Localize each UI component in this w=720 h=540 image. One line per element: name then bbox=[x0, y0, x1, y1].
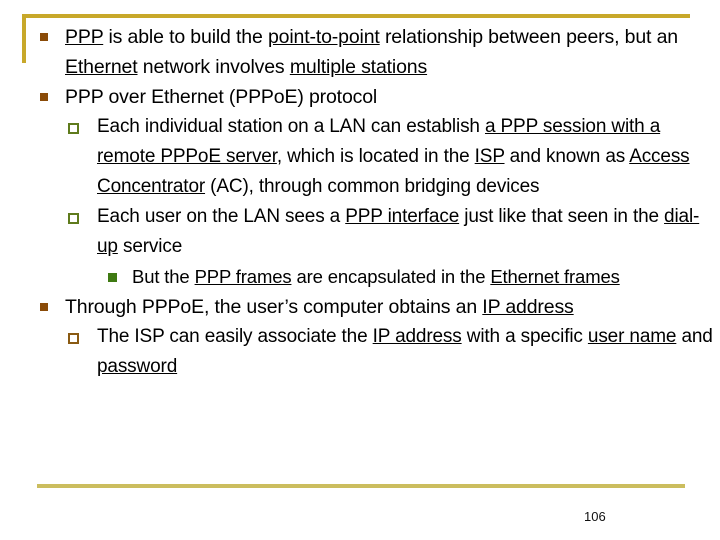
bullet-item: PPP over Ethernet (PPPoE) protocol bbox=[0, 82, 720, 112]
bullet-text: and known as bbox=[504, 146, 630, 167]
bullet-text: PPP over Ethernet (PPPoE) protocol bbox=[65, 86, 378, 108]
bullet-text-emphasis: user name bbox=[587, 326, 677, 347]
bullet-text-emphasis: PPP bbox=[65, 26, 104, 48]
bullet-item: The ISP can easily associate the IP addr… bbox=[0, 322, 720, 382]
bullet-item: Each individual station on a LAN can est… bbox=[0, 112, 720, 202]
bullet-text-emphasis: password bbox=[97, 356, 178, 377]
bullet-text-emphasis: Ethernet frames bbox=[490, 266, 620, 287]
bullet-text-emphasis: PPP interface bbox=[345, 206, 460, 227]
bullet-text-emphasis: PPP frames bbox=[194, 266, 292, 287]
bullet-list: PPP is able to build the point-to-point … bbox=[0, 22, 720, 382]
bullet-item: Through PPPoE, the user’s computer obtai… bbox=[0, 292, 720, 322]
bullet-text: , which is located in the bbox=[276, 146, 475, 167]
bullet-text: Through PPPoE, the user’s computer obtai… bbox=[65, 296, 483, 318]
bullet-text: relationship between peers, but an bbox=[379, 26, 678, 48]
bullet-marker-icon bbox=[108, 273, 117, 282]
bullet-item: Each user on the LAN sees a PPP interfac… bbox=[0, 202, 720, 262]
page-number: 106 bbox=[584, 509, 606, 524]
bullet-item: PPP is able to build the point-to-point … bbox=[0, 22, 720, 82]
bullet-text-emphasis: point-to-point bbox=[267, 26, 380, 48]
bullet-marker-icon bbox=[68, 123, 79, 134]
bullet-text: (AC), through common bridging devices bbox=[205, 176, 540, 197]
bullet-text: Each user on the LAN sees a bbox=[97, 206, 346, 227]
bullet-text-emphasis: Ethernet bbox=[65, 56, 138, 78]
bullet-marker-icon bbox=[68, 333, 79, 344]
bullet-text-emphasis: IP address bbox=[482, 296, 574, 318]
bullet-text: network involves bbox=[137, 56, 290, 78]
bullet-text: service bbox=[117, 236, 183, 257]
bullet-text: The ISP can easily associate the bbox=[97, 326, 373, 347]
bullet-text: Each individual station on a LAN can est… bbox=[97, 116, 485, 137]
bullet-item: But the PPP frames are encapsulated in t… bbox=[0, 262, 720, 292]
bullet-text-emphasis: IP address bbox=[372, 326, 462, 347]
bullet-text: is able to build the bbox=[103, 26, 268, 48]
bullet-marker-icon bbox=[68, 213, 79, 224]
bullet-text: But the bbox=[132, 266, 195, 287]
bullet-text: with a specific bbox=[461, 326, 588, 347]
slide-frame-top-rule bbox=[22, 14, 690, 18]
bullet-text: just like that seen in the bbox=[459, 206, 665, 227]
bullet-marker-icon bbox=[40, 33, 48, 41]
slide-frame-bottom-rule bbox=[37, 484, 685, 488]
bullet-marker-icon bbox=[40, 303, 48, 311]
bullet-text-emphasis: multiple stations bbox=[289, 56, 428, 78]
bullet-marker-icon bbox=[40, 93, 48, 101]
bullet-text: and bbox=[676, 326, 713, 347]
slide-content: PPP is able to build the point-to-point … bbox=[0, 22, 720, 382]
bullet-text-emphasis: ISP bbox=[474, 146, 505, 167]
bullet-text: are encapsulated in the bbox=[291, 266, 491, 287]
